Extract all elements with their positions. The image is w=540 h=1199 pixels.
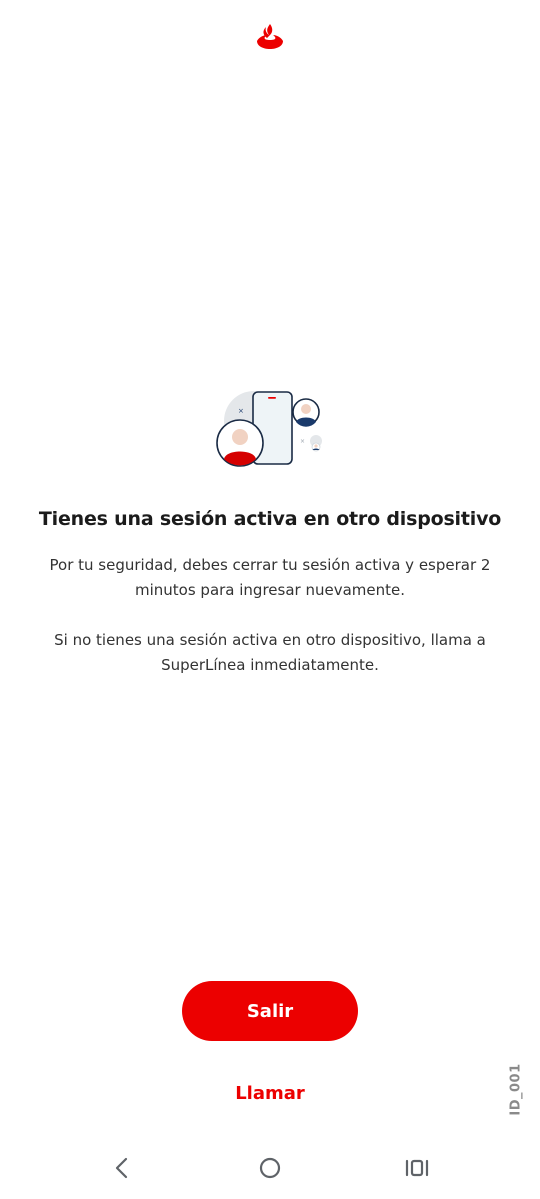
security-message: Por tu seguridad, debes cerrar tu sesión… [49,556,491,599]
system-navigation-bar [0,1140,540,1196]
svg-text:×: × [238,407,244,415]
exit-button[interactable]: Salir [182,981,358,1041]
screen-id-text: ID_001 [508,1062,524,1116]
circle-home-icon [259,1157,281,1179]
multiple-devices-session-illustration: × × [216,391,322,467]
svg-text:×: × [300,438,305,445]
santander-logo [255,22,285,50]
nav-back-button[interactable] [106,1154,138,1182]
recent-apps-icon [405,1159,429,1177]
nav-recents-button[interactable] [401,1154,433,1182]
santander-flame-icon [257,24,283,49]
active-session-illustration: × × [212,385,332,471]
call-button[interactable]: Llamar [190,1077,350,1109]
nav-home-button[interactable] [254,1154,286,1182]
page-title: Tienes una sesión activa en otro disposi… [38,508,502,530]
chevron-left-icon [115,1157,128,1179]
call-instruction-message: Si no tienes una sesión activa en otro d… [54,631,486,674]
screen-id-label: ID_001 [496,1062,536,1116]
